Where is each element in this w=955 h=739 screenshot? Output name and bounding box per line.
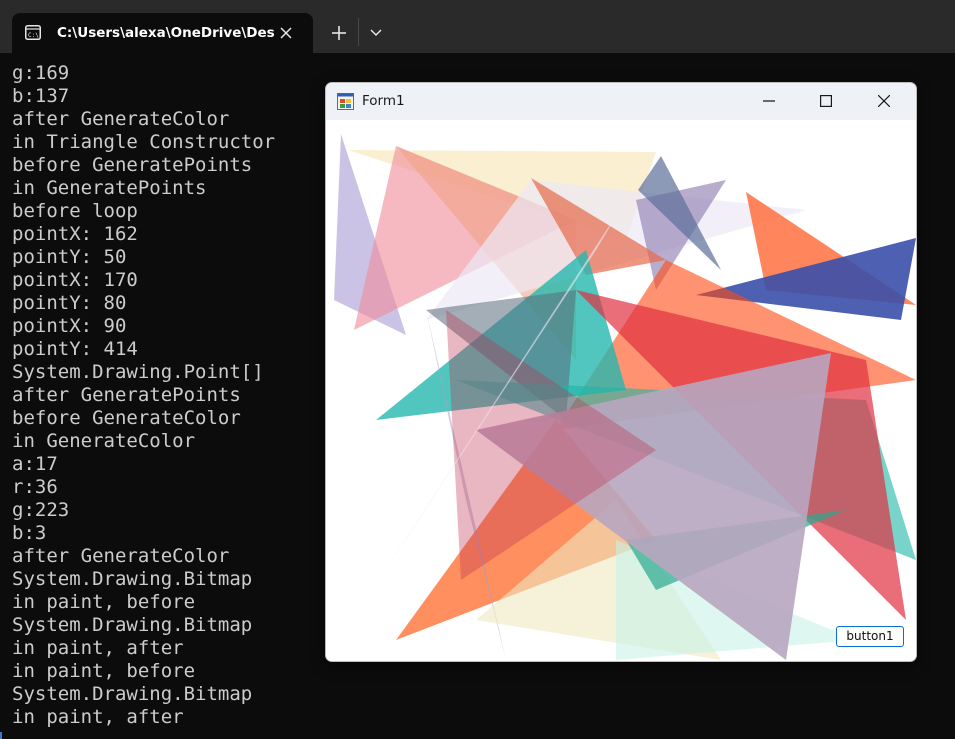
console-line: in Triangle Constructor [12,131,276,153]
console-line: b:3 [12,522,47,544]
tab-title: C:\Users\alexa\OneDrive\Desl [57,25,275,41]
console-output[interactable]: g:169 b:137 after GenerateColor in Triangle… [12,62,322,729]
console-icon: C:\ [25,25,41,40]
form-title: Form1 [362,93,405,109]
maximize-icon [820,95,832,107]
plus-icon[interactable] [326,20,352,46]
console-line: in paint, before [12,660,196,682]
close-button[interactable] [861,83,907,120]
console-line: System.Drawing.Bitmap [12,568,253,590]
console-line: in paint, before [12,591,196,613]
console-line: before loop [12,200,138,222]
console-line: pointX: 90 [12,315,127,337]
terminal-tab[interactable]: C:\ C:\Users\alexa\OneDrive\Desl [12,13,313,53]
console-line: in GeneratePoints [12,177,207,199]
triangles-drawing [334,134,916,660]
console-line: in GenerateColor [12,430,196,452]
button1[interactable]: button1 [836,626,904,647]
close-icon[interactable] [275,22,297,44]
console-line: r:36 [12,476,58,498]
console-line: in paint, after [12,637,184,659]
form-titlebar[interactable]: Form1 [326,83,916,120]
console-line: before GenerateColor [12,407,241,429]
close-icon [878,95,890,107]
form1-window: Form1 button1 [325,82,917,662]
minimize-button[interactable] [746,83,792,120]
chevron-down-icon[interactable] [366,22,386,44]
svg-text:C:\: C:\ [28,32,39,39]
scroll-marker [0,732,2,739]
terminal-window: C:\ C:\Users\alexa\OneDrive\Desl g:169 b… [0,0,955,739]
tab-separator [358,18,359,46]
console-line: b:137 [12,85,70,107]
console-line: g:223 [12,499,70,521]
console-line: pointY: 80 [12,292,127,314]
console-line: System.Drawing.Bitmap [12,614,253,636]
maximize-button[interactable] [803,83,849,120]
console-line: g:169 [12,62,70,84]
winforms-app-icon [337,93,354,110]
console-line: pointX: 162 [12,223,138,245]
console-line: pointY: 414 [12,338,138,360]
triangle-canvas [326,120,916,661]
console-line: a:17 [12,453,58,475]
console-line: after GenerateColor [12,545,230,567]
console-line: System.Drawing.Bitmap [12,683,253,705]
terminal-titlebar: C:\ C:\Users\alexa\OneDrive\Desl [0,0,955,53]
console-line: pointY: 50 [12,246,127,268]
minimize-icon [763,100,775,102]
console-line: in paint, after [12,706,184,728]
console-line: pointX: 170 [12,269,138,291]
console-line: System.Drawing.Point[] [12,361,264,383]
console-line: before GeneratePoints [12,154,253,176]
console-line: after GeneratePoints [12,384,241,406]
console-line: after GenerateColor [12,108,230,130]
